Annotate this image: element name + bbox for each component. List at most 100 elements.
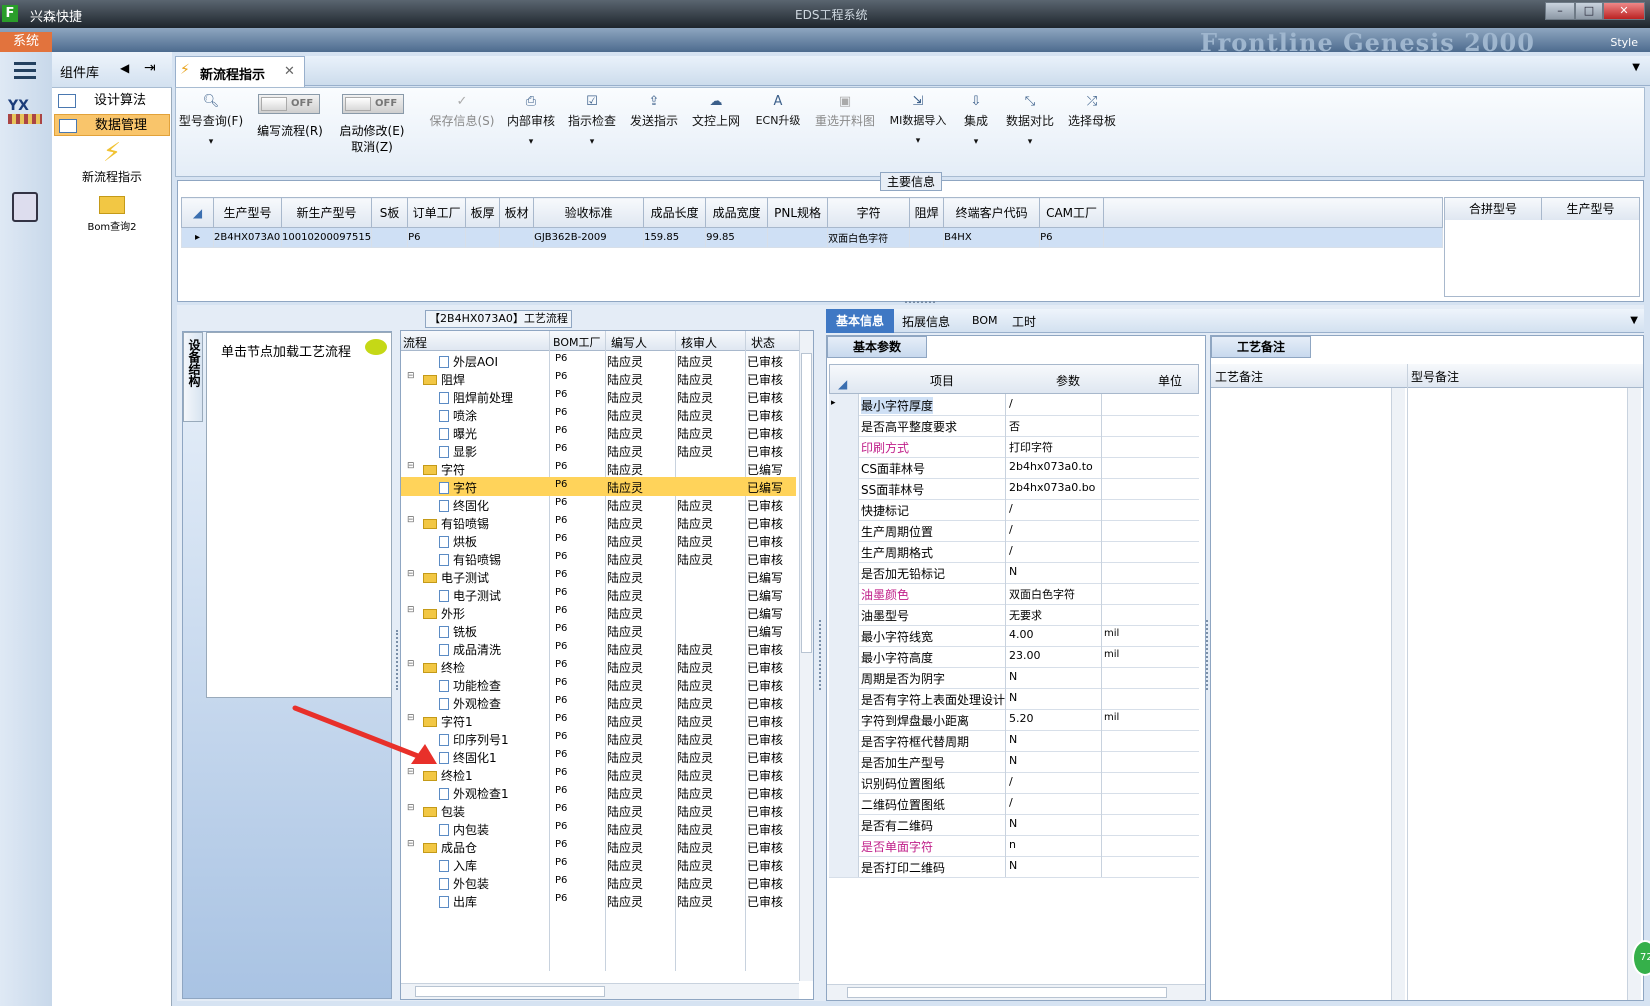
factory-icon[interactable]: YX <box>8 98 42 132</box>
param-row[interactable]: 快捷标记 / <box>829 499 1199 521</box>
tab-extended-info[interactable]: 拓展信息 <box>902 313 950 330</box>
param-row[interactable]: 油墨型号 无要求 <box>829 604 1199 626</box>
expand-toggle-icon[interactable]: ⊟ <box>407 515 415 525</box>
main-info-cell[interactable] <box>767 227 829 248</box>
col-header[interactable]: 生产型号 <box>213 197 282 228</box>
col-header[interactable]: S板 <box>371 197 409 228</box>
process-row[interactable]: 入库 P6 陆应灵 陆应灵 已审核 <box>401 855 796 874</box>
process-row[interactable]: ⊟ 终检 P6 陆应灵 陆应灵 已审核 <box>401 657 796 676</box>
expand-toggle-icon[interactable]: ⊟ <box>407 569 415 579</box>
expand-toggle-icon[interactable]: ⊟ <box>407 839 415 849</box>
main-info-cell[interactable] <box>909 227 945 248</box>
param-row[interactable]: 生产周期格式 / <box>829 541 1199 563</box>
start-modify-toggle[interactable]: OFF 启动修改(E) 取消(Z) <box>330 94 414 164</box>
process-row[interactable]: 字符 P6 陆应灵 已编写 <box>401 477 796 496</box>
process-row[interactable]: 成品清洗 P6 陆应灵 陆应灵 已审核 <box>401 639 796 658</box>
horizontal-scrollbar[interactable] <box>827 984 1205 1000</box>
expand-toggle-icon[interactable]: ⊟ <box>407 605 415 615</box>
process-row[interactable]: 终固化1 P6 陆应灵 陆应灵 已审核 <box>401 747 796 766</box>
process-row[interactable]: ⊟ 字符 P6 陆应灵 已编写 <box>401 459 796 478</box>
data-compare-button[interactable]: ⤡ 数据对比 ▾ <box>1002 88 1058 178</box>
notes-scrollbar[interactable] <box>1391 388 1405 1000</box>
process-row[interactable]: 电子测试 P6 陆应灵 已编写 <box>401 585 796 604</box>
edit-flow-toggle[interactable]: OFF 编写流程(R) <box>248 94 332 154</box>
close-button[interactable]: ✕ <box>1603 2 1645 20</box>
system-menu[interactable]: 系统 <box>0 32 52 52</box>
param-row[interactable]: SS面菲林号 2b4hx073a0.bo <box>829 478 1199 500</box>
process-row[interactable]: ⊟ 外形 P6 陆应灵 已编写 <box>401 603 796 622</box>
process-row[interactable]: 喷涂 P6 陆应灵 陆应灵 已审核 <box>401 405 796 424</box>
main-info-cell[interactable]: 2B4HX073A0 <box>213 227 282 248</box>
ecn-upgrade-button[interactable]: A ECN升级 <box>750 88 806 178</box>
launcher-new-flow[interactable]: ⚡ 新流程指示 <box>52 138 172 188</box>
param-row[interactable]: 识别码位置图纸 / <box>829 772 1199 794</box>
hamburger-menu-icon[interactable] <box>14 62 36 80</box>
col-header[interactable]: 验收标准 <box>533 197 645 228</box>
param-row[interactable]: 是否单面字符 n <box>829 835 1199 857</box>
main-info-cell[interactable]: 10010200097515 <box>280 227 373 248</box>
main-info-row[interactable]: ▸ 2B4HX073A0 10010200097515 P6 GJB362B-2009 1… <box>181 227 1443 248</box>
param-row[interactable]: 是否字符框代替周期 N <box>829 730 1199 752</box>
mi-import-button[interactable]: ⇲ MI数据导入 ▾ <box>884 88 952 178</box>
tab-dropdown-icon[interactable]: ▼ <box>1630 315 1638 326</box>
param-row[interactable]: ▸ 最小字符厚度 / <box>829 394 1199 416</box>
reselect-drawing-button[interactable]: ▣ 重选开料图 <box>812 88 878 178</box>
instruction-check-button[interactable]: ☑ 指示检查 ▾ <box>564 88 620 178</box>
col-header[interactable]: 板材 <box>499 197 535 228</box>
collapse-left-icon[interactable]: ◀ <box>120 61 129 75</box>
model-notes-scrollbar[interactable] <box>1627 388 1641 1000</box>
expand-toggle-icon[interactable]: ⊟ <box>407 461 415 471</box>
expand-toggle-icon[interactable]: ⊟ <box>407 659 415 669</box>
param-row[interactable]: 最小字符线宽 4.00 mil <box>829 625 1199 647</box>
param-row[interactable]: 最小字符高度 23.00 mil <box>829 646 1199 668</box>
tab-work-hours[interactable]: 工时 <box>1012 313 1036 330</box>
param-row[interactable]: 印刷方式 打印字符 <box>829 436 1199 458</box>
style-menu[interactable]: Style <box>1610 36 1638 49</box>
process-row[interactable]: 铣板 P6 陆应灵 已编写 <box>401 621 796 640</box>
process-row[interactable]: 显影 P6 陆应灵 陆应灵 已审核 <box>401 441 796 460</box>
process-row[interactable]: 外层AOI P6 陆应灵 陆应灵 已审核 <box>401 351 796 370</box>
process-row[interactable]: ⊟ 电子测试 P6 陆应灵 已编写 <box>401 567 796 586</box>
tab-close-icon[interactable]: ✕ <box>284 64 295 79</box>
pin-icon[interactable]: ⇥ <box>144 60 156 76</box>
minimize-button[interactable]: – <box>1545 2 1575 20</box>
library-item-design-algorithm[interactable]: 设计算法 <box>54 90 170 112</box>
send-instruction-button[interactable]: ⇪ 发送指示 <box>626 88 682 178</box>
main-info-cell[interactable] <box>371 227 409 248</box>
col-header[interactable]: 阻焊 <box>909 197 945 228</box>
col-header[interactable]: 板厚 <box>465 197 501 228</box>
main-info-cell[interactable]: P6 <box>1039 227 1105 248</box>
param-row[interactable]: CS面菲林号 2b4hx073a0.to <box>829 457 1199 479</box>
main-info-cell[interactable] <box>465 227 501 248</box>
param-row[interactable]: 是否高平整度要求 否 <box>829 415 1199 437</box>
param-row[interactable]: 是否打印二维码 N <box>829 856 1199 878</box>
vertical-scrollbar[interactable] <box>799 331 813 981</box>
tab-dropdown-icon[interactable]: ▼ <box>1632 62 1640 73</box>
main-info-cell[interactable]: 双面白色字符 <box>827 227 911 248</box>
horizontal-scrollbar[interactable] <box>401 983 799 999</box>
launcher-bom-query[interactable]: Bom查询2 <box>52 192 172 242</box>
tab-basic-info[interactable]: 基本信息 <box>826 309 894 333</box>
process-row[interactable]: 内包装 P6 陆应灵 陆应灵 已审核 <box>401 819 796 838</box>
internal-review-button[interactable]: ⎙ 内部审核 ▾ <box>503 88 559 178</box>
integrate-button[interactable]: ⇩ 集成 ▾ <box>956 88 996 178</box>
param-row[interactable]: 是否有二维码 N <box>829 814 1199 836</box>
doc-upload-button[interactable]: ☁ 文控上网 <box>688 88 744 178</box>
process-row[interactable]: 外包装 P6 陆应灵 陆应灵 已审核 <box>401 873 796 892</box>
tab-bom[interactable]: BOM <box>972 314 998 327</box>
main-info-cell[interactable] <box>499 227 535 248</box>
save-info-button[interactable]: ✓ 保存信息(S) <box>426 88 498 178</box>
expand-toggle-icon[interactable]: ⊟ <box>407 371 415 381</box>
process-row[interactable]: ⊟ 包装 P6 陆应灵 陆应灵 已审核 <box>401 801 796 820</box>
param-row[interactable]: 二维码位置图纸 / <box>829 793 1199 815</box>
library-item-data-management[interactable]: 数据管理 <box>54 114 170 136</box>
col-header[interactable]: PNL规格 <box>767 197 829 228</box>
splitter-grip-middle[interactable] <box>819 620 823 690</box>
col-header[interactable]: 终端客户代码 <box>943 197 1041 228</box>
process-row[interactable]: 烘板 P6 陆应灵 陆应灵 已审核 <box>401 531 796 550</box>
col-header[interactable]: 成品宽度 <box>705 197 769 228</box>
main-info-cell[interactable]: 99.85 <box>705 227 769 248</box>
process-row[interactable]: ⊟ 阻焊 P6 陆应灵 陆应灵 已审核 <box>401 369 796 388</box>
param-row[interactable]: 油墨颜色 双面白色字符 <box>829 583 1199 605</box>
select-mother-board-button[interactable]: ⤮ 选择母板 <box>1064 88 1120 178</box>
